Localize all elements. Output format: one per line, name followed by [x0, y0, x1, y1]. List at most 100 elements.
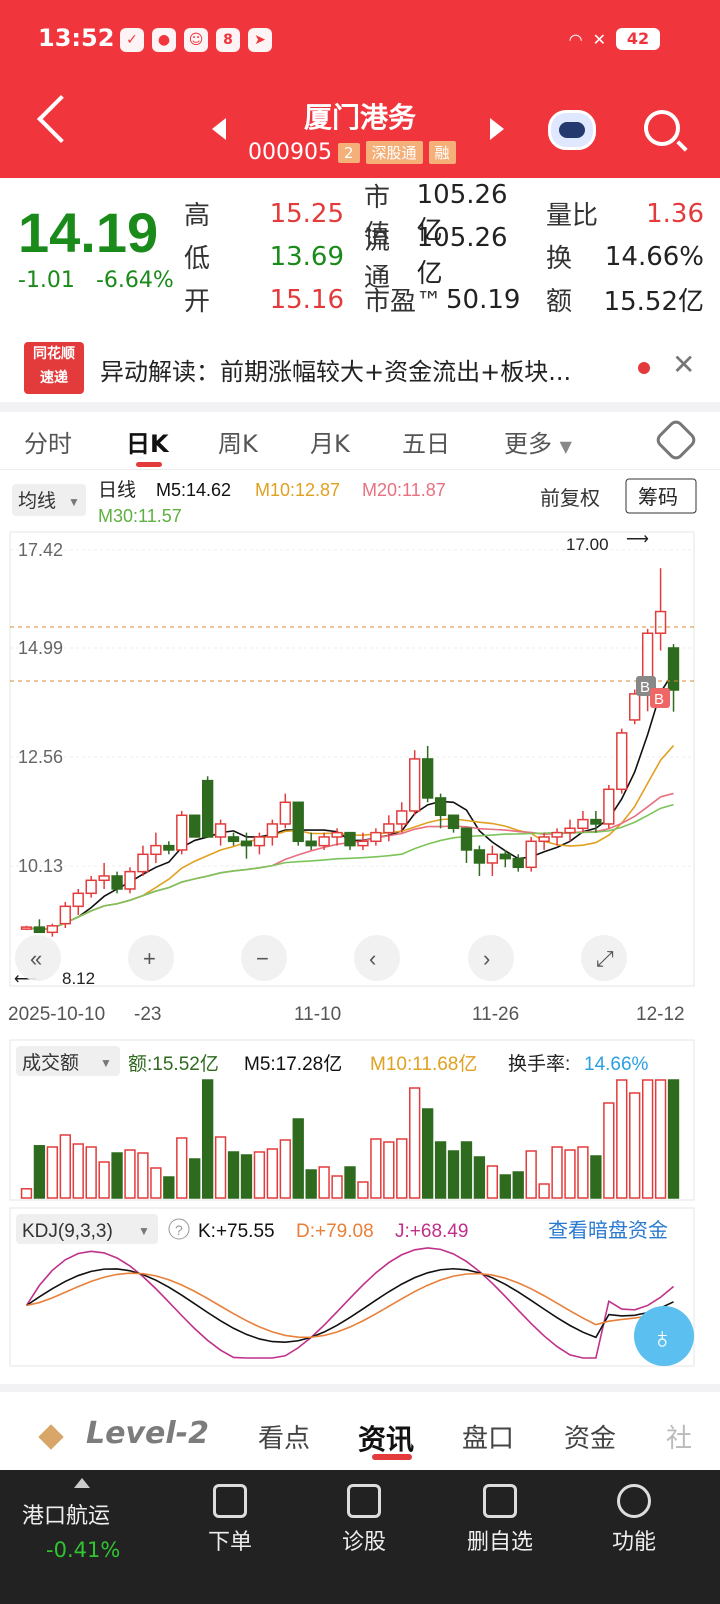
volume-bar: [344, 1166, 356, 1199]
kdj-line: [25, 1247, 675, 1359]
candle-body: [46, 925, 59, 934]
candle-body: [577, 818, 589, 830]
adjust-label[interactable]: 前复权: [540, 487, 600, 510]
volume-bar: [72, 1143, 84, 1199]
candle-body: [163, 844, 175, 851]
candle-body: [318, 836, 330, 847]
kdj-line: [26, 1272, 674, 1339]
candle-body: [564, 827, 576, 834]
candle-body: [551, 831, 563, 838]
search-icon[interactable]: [644, 110, 680, 146]
quote-col-ratio: 量比 1.36 换 14.66% 额 15.52亿: [546, 192, 704, 321]
kdj-lines: [25, 1247, 675, 1359]
kline-svg[interactable]: 均线 ▼ 日线 M5:14.62 M10:12.87 M20:11.87 M30…: [0, 470, 720, 1380]
app-notification-icon: ✓: [120, 28, 144, 52]
ma-select-label[interactable]: 均线: [18, 490, 56, 512]
battery-icon: 42: [616, 28, 660, 50]
tab-intraday[interactable]: 分时: [24, 424, 72, 459]
volume-bar: [538, 1183, 550, 1199]
pe-value: 50.19: [446, 284, 521, 315]
candle-body: [409, 758, 421, 812]
tab-five-day[interactable]: 五日: [402, 424, 450, 459]
dark-pool-link[interactable]: 查看暗盘资金: [548, 1219, 668, 1242]
order-button[interactable]: 下单: [170, 1484, 290, 1556]
volume-bar: [512, 1171, 524, 1199]
candle-body: [20, 926, 33, 930]
candle-body: [253, 836, 266, 847]
news-logo: 同花顺 速递: [24, 342, 84, 394]
pe-label: 市盈™: [364, 287, 443, 317]
tab-community[interactable]: 社: [666, 1418, 692, 1455]
y-label: 12.56: [18, 747, 63, 767]
next-stock-icon[interactable]: [490, 118, 504, 140]
kdj-line: [26, 1267, 674, 1344]
tab-funds[interactable]: 资金: [564, 1418, 616, 1455]
volume-bar: [20, 1188, 33, 1199]
news-ticker[interactable]: 同花顺 速递 异动解读：前期涨幅较大+资金流出+板块... ✕: [0, 336, 720, 402]
volume-bar: [654, 1079, 667, 1199]
x-label: 12-12: [636, 1004, 685, 1025]
wifi-icon: ◠: [568, 29, 583, 49]
candle-body: [227, 836, 240, 843]
volume-select-label[interactable]: 成交额: [22, 1052, 79, 1074]
volume-bar: [641, 1079, 654, 1199]
y-label: 17.42: [18, 540, 63, 560]
chart-area[interactable]: 均线 ▼ 日线 M5:14.62 M10:12.87 M20:11.87 M30…: [0, 470, 720, 1380]
volume-bar: [266, 1148, 279, 1199]
stock-code: 000905: [248, 140, 332, 165]
volume-amount: 额:15.52亿: [128, 1053, 219, 1075]
ma10-value: M10:12.87: [255, 480, 340, 500]
volume-bar: [279, 1139, 291, 1199]
tab-news[interactable]: 资讯: [358, 1418, 414, 1458]
low-label: 低: [184, 244, 211, 274]
candle-body: [538, 836, 550, 843]
min-price-label: 8.12: [62, 969, 95, 988]
chips-label[interactable]: 筹码: [638, 486, 678, 509]
quote-col-mcap: 市值 105.26亿 流通 105.26亿 市盈™ 50.19: [364, 180, 526, 321]
turnover-value: 14.66%: [584, 1054, 649, 1075]
volume-bar: [460, 1141, 473, 1199]
candle-body: [499, 853, 511, 860]
functions-button[interactable]: 功能: [574, 1484, 694, 1556]
max-arrow-icon: ⟶: [626, 531, 649, 548]
candle-body: [305, 840, 317, 847]
tab-daily[interactable]: 日K: [126, 424, 169, 459]
sector-index-name[interactable]: 港口航运: [22, 1498, 110, 1530]
tab-weekly[interactable]: 周K: [218, 424, 258, 459]
candle-body: [124, 870, 136, 890]
candle-body: [525, 840, 537, 869]
expand-up-icon[interactable]: [74, 1478, 90, 1488]
tab-monthly[interactable]: 月K: [310, 424, 350, 459]
news-text[interactable]: 异动解读：前期涨幅较大+资金流出+板块...: [100, 352, 571, 387]
kdj-select-label[interactable]: KDJ(9,3,3): [22, 1221, 113, 1242]
candle-body: [85, 879, 97, 895]
volume-bar: [214, 1136, 227, 1199]
candle-body: [447, 814, 460, 830]
candle-body: [72, 892, 84, 908]
volume-bar: [564, 1149, 576, 1199]
level2-brand[interactable]: Level-2: [86, 1416, 209, 1451]
close-icon[interactable]: ✕: [672, 348, 695, 381]
chart-nav-icon: ⤢: [596, 946, 614, 971]
period-label: 日线: [98, 479, 136, 501]
volume-bar: [163, 1176, 175, 1199]
tab-highlights[interactable]: 看点: [258, 1418, 310, 1455]
quote-panel: 14.19 -1.01 -6.64% 高 15.25 低 13.69 开 15.16 …: [0, 178, 720, 328]
tab-orderbook[interactable]: 盘口: [462, 1418, 514, 1455]
kdj-d: D:+79.08: [296, 1221, 374, 1242]
period-tabs: 分时 日K 周K 月K 五日 更多 ▼: [0, 414, 720, 470]
volume-bar: [201, 1079, 214, 1199]
tab-more[interactable]: 更多 ▼: [504, 424, 572, 459]
volume-bar: [318, 1166, 330, 1199]
candle-body: [344, 831, 356, 847]
level-tag: 2: [337, 142, 360, 163]
candle-body: [201, 779, 214, 838]
vol-ratio-value: 1.36: [646, 198, 704, 229]
candle-body: [473, 849, 486, 864]
settings-icon[interactable]: [653, 417, 699, 463]
candle-body: [603, 788, 615, 825]
candle-body: [214, 823, 227, 838]
ai-robot-icon[interactable]: [548, 110, 596, 150]
remove-watchlist-button[interactable]: 删自选: [440, 1484, 560, 1556]
diagnose-button[interactable]: 诊股: [304, 1484, 424, 1556]
